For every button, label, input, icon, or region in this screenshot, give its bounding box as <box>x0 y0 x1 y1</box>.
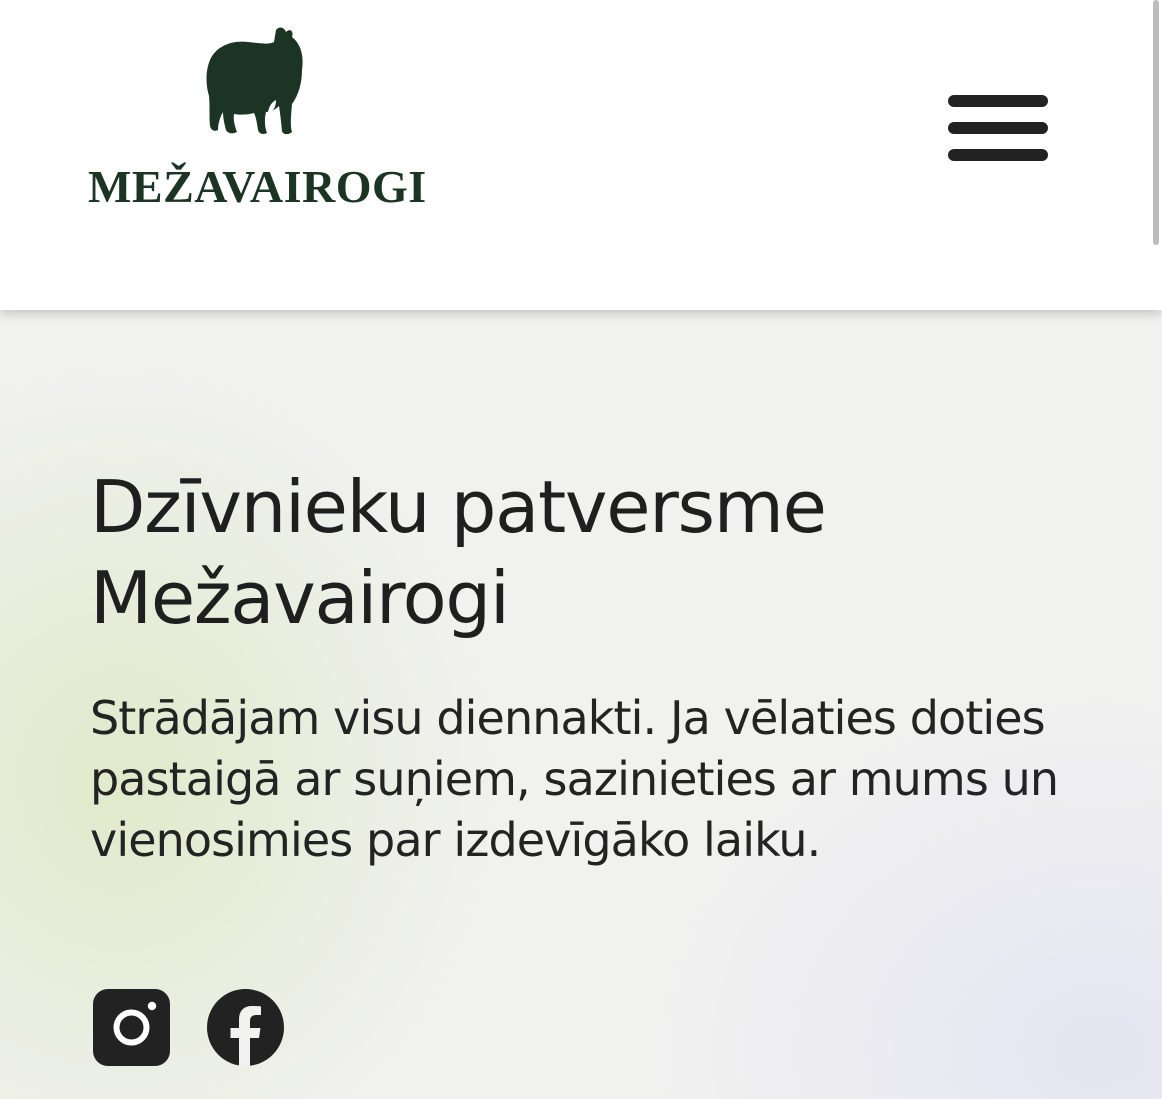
facebook-icon <box>207 989 284 1067</box>
facebook-link[interactable] <box>206 988 285 1067</box>
site-header: MEŽAVAIROGI <box>0 0 1162 310</box>
title-line-1: Dzīvnieku patversme <box>90 465 827 549</box>
hero-section: Dzīvnieku patversme Mežavairogi Strādāja… <box>0 310 1162 1099</box>
page-title: Dzīvnieku patversme Mežavairogi <box>90 462 1090 644</box>
instagram-link[interactable] <box>92 988 171 1067</box>
bear-logo-icon <box>206 27 303 135</box>
scrollbar[interactable] <box>1153 0 1159 245</box>
site-logo[interactable]: MEŽAVAIROGI <box>88 26 433 216</box>
menu-bar-top <box>948 95 1048 107</box>
menu-button[interactable] <box>948 95 1050 167</box>
instagram-icon <box>93 989 170 1066</box>
menu-bar-bottom <box>948 149 1048 161</box>
menu-bar-middle <box>948 122 1048 134</box>
hero-description: Strādājam visu diennakti. Ja vēlaties do… <box>90 691 1059 867</box>
logo-wordmark: MEŽAVAIROGI <box>88 161 427 212</box>
title-line-2: Mežavairogi <box>90 556 510 640</box>
